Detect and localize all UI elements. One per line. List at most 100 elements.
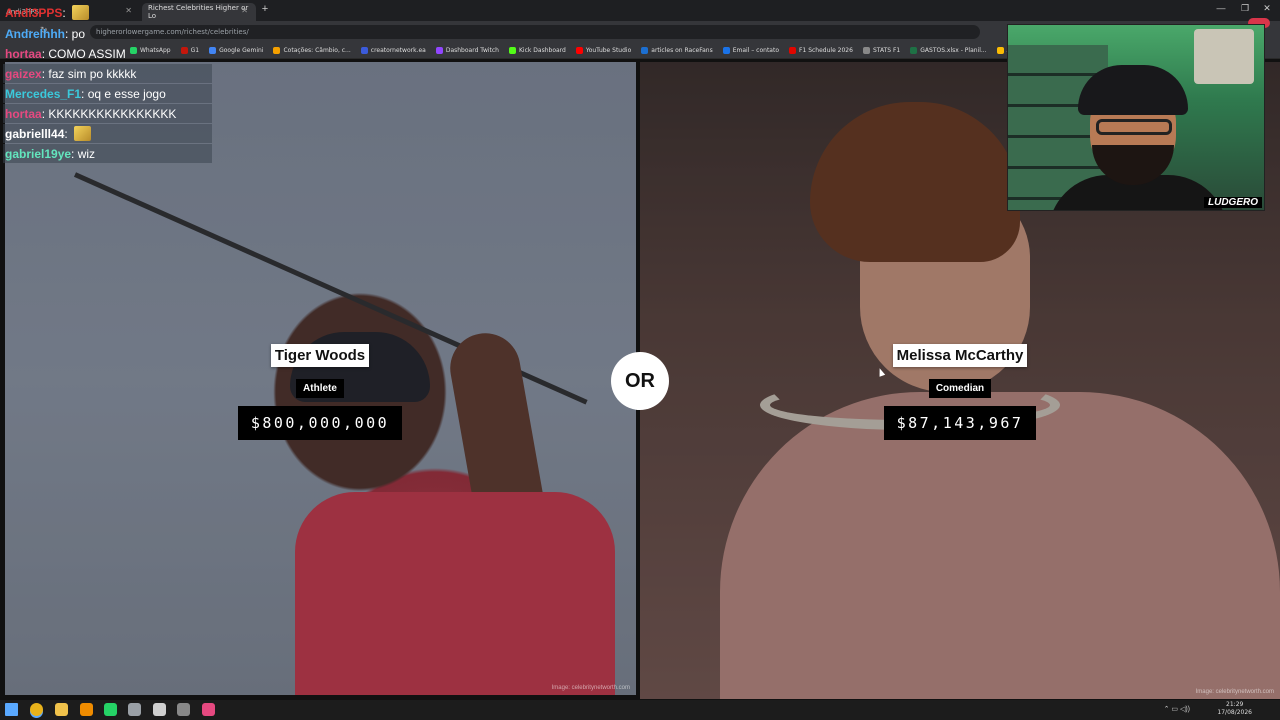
chat-separator: :	[81, 86, 88, 101]
chat-username: gabriel19ye	[5, 146, 72, 161]
app-icon[interactable]	[80, 703, 93, 716]
chrome-icon[interactable]	[30, 703, 43, 716]
bookmark-label: F1 Schedule 2026	[799, 46, 853, 54]
windows-start-icon[interactable]	[5, 703, 18, 716]
chat-message: hortaa: KKKKKKKKKKKKKKKK	[3, 104, 212, 123]
bookmark-label: Email – contato	[732, 46, 780, 54]
chat-emote-icon	[74, 126, 92, 141]
chat-message: Andrelhhh: po	[3, 24, 212, 43]
bookmark-favicon-icon	[722, 46, 730, 54]
chat-text: COMO ASSIM	[48, 46, 126, 61]
chat-separator: :	[65, 26, 72, 41]
chat-message: gaizex: faz sim po kkkkk	[3, 64, 212, 83]
bookmark-item[interactable]: articles on RaceFans	[641, 46, 713, 54]
chat-message: Andi3PPS:	[3, 3, 212, 22]
chat-text: KKKKKKKKKKKKKKKK	[48, 106, 177, 121]
bookmark-label: articles on RaceFans	[651, 46, 713, 54]
celebrity-category: Comedian	[928, 379, 992, 398]
bookmark-item[interactable]: YouTube Studio	[575, 46, 632, 54]
app-icon-3[interactable]	[153, 703, 166, 716]
image-credit: Image: celebritynetworth.com	[1195, 689, 1274, 695]
chat-separator: :	[41, 106, 49, 121]
chat-text: oq e esse jogo	[87, 86, 166, 101]
clock-time: 21:29	[1226, 701, 1244, 708]
bookmark-item[interactable]: STATS F1	[862, 46, 901, 54]
chat-username: Mercedes_F1	[5, 86, 82, 101]
system-tray-icons[interactable]: ⌃ ▭ ◁))	[1164, 705, 1190, 713]
bookmark-item[interactable]: Cotações: Câmbio, c...	[273, 46, 351, 54]
bookmark-label: GASTOS.xlsx - Planil...	[920, 46, 987, 54]
taskbar-clock[interactable]: 21:29 17/08/2026	[1217, 701, 1252, 717]
bookmark-item[interactable]: Dashboard Twitch	[435, 46, 499, 54]
chat-message: gabriel19ye: wiz	[3, 144, 212, 163]
celebrity-name: Melissa McCarthy	[892, 344, 1028, 367]
chat-separator: :	[62, 5, 70, 20]
chat-separator: :	[71, 146, 78, 161]
chat-username: hortaa	[5, 46, 42, 61]
right-celebrity-card: Melissa McCarthy Comedian $87,143,967	[884, 344, 1036, 440]
bookmark-label: creatornetwork.ea	[370, 46, 426, 54]
chat-message: Mercedes_F1: oq e esse jogo	[3, 84, 212, 103]
chat-username: gaizex	[5, 66, 42, 81]
bookmark-label: Cotações: Câmbio, c...	[283, 46, 351, 54]
bookmark-label: STATS F1	[872, 46, 901, 54]
bookmark-label: Kick Dashboard	[519, 46, 566, 54]
net-worth-value: $87,143,967	[884, 406, 1036, 440]
windows-taskbar: ⌃ ▭ ◁)) 21:29 17/08/2026	[0, 700, 1280, 720]
chat-emote-icon	[72, 5, 90, 20]
minimize-button[interactable]: —	[1210, 3, 1232, 13]
celebrity-name: Tiger Woods	[270, 344, 370, 367]
net-worth-value: $800,000,000	[238, 406, 402, 440]
monitor-image-part	[1194, 29, 1254, 84]
new-tab-button[interactable]: +	[258, 3, 272, 15]
chat-separator: :	[41, 46, 49, 61]
maximize-button[interactable]: ❐	[1234, 3, 1256, 14]
chat-text: wiz	[77, 146, 96, 161]
bookmark-favicon-icon	[509, 46, 516, 54]
bookmark-label: YouTube Studio	[585, 46, 632, 54]
bookmark-item[interactable]: creatornetwork.ea	[360, 46, 426, 54]
left-celebrity-card: Tiger Woods Athlete $800,000,000	[238, 344, 402, 440]
or-divider: OR	[611, 352, 669, 410]
bookmark-item[interactable]: GASTOS.xlsx - Planil...	[910, 46, 987, 54]
bookmark-favicon-icon	[641, 46, 649, 54]
bookmark-label: Google Gemini	[219, 46, 264, 54]
chat-separator: :	[64, 126, 72, 141]
chat-message: gabrielll44:	[3, 124, 212, 143]
streamer-glasses-image-part	[1096, 119, 1172, 135]
bookmark-favicon-icon	[862, 46, 870, 54]
bookmark-favicon-icon	[435, 46, 443, 54]
app-icon-5[interactable]	[202, 703, 215, 716]
chat-text: faz sim po kkkkk	[48, 66, 137, 81]
bookmark-item[interactable]: Kick Dashboard	[509, 46, 566, 54]
bookmark-item[interactable]: F1 Schedule 2026	[789, 46, 853, 54]
bookmark-favicon-icon	[273, 46, 281, 54]
channel-logo: LUDGERO	[1204, 197, 1262, 208]
bookmark-favicon-icon	[789, 46, 797, 54]
url-input[interactable]: higherorlowergame.com/richest/celebritie…	[90, 25, 980, 39]
bookmark-favicon-icon	[360, 46, 368, 54]
chat-message: hortaa: COMO ASSIM	[3, 44, 212, 63]
bookmark-favicon-icon	[996, 46, 1004, 54]
file-explorer-icon[interactable]	[55, 703, 68, 716]
whatsapp-icon[interactable]	[104, 703, 117, 716]
app-icon-2[interactable]	[128, 703, 141, 716]
streamer-webcam: LUDGERO	[1007, 24, 1265, 211]
chat-username: Andrelhhh	[5, 26, 65, 41]
chat-username: gabrielll44	[5, 126, 65, 141]
close-tab-icon[interactable]: ✕	[241, 6, 248, 15]
chat-username: hortaa	[5, 106, 42, 121]
app-icon-4[interactable]	[177, 703, 190, 716]
bookmark-item[interactable]: Google Gemini	[209, 46, 264, 54]
close-window-button[interactable]: ✕	[1256, 3, 1278, 14]
clock-date: 17/08/2026	[1217, 709, 1252, 716]
bookmark-favicon-icon	[575, 46, 583, 54]
chat-text: po	[71, 26, 86, 41]
chat-separator: :	[41, 66, 49, 81]
image-credit: Image: celebritynetworth.com	[551, 685, 630, 691]
chat-username: Andi3PPS	[5, 5, 63, 20]
celebrity-category: Athlete	[296, 379, 344, 398]
bookmark-label: Dashboard Twitch	[445, 46, 499, 54]
bookmark-item[interactable]: Email – contato	[722, 46, 780, 54]
bookmark-favicon-icon	[910, 46, 918, 54]
